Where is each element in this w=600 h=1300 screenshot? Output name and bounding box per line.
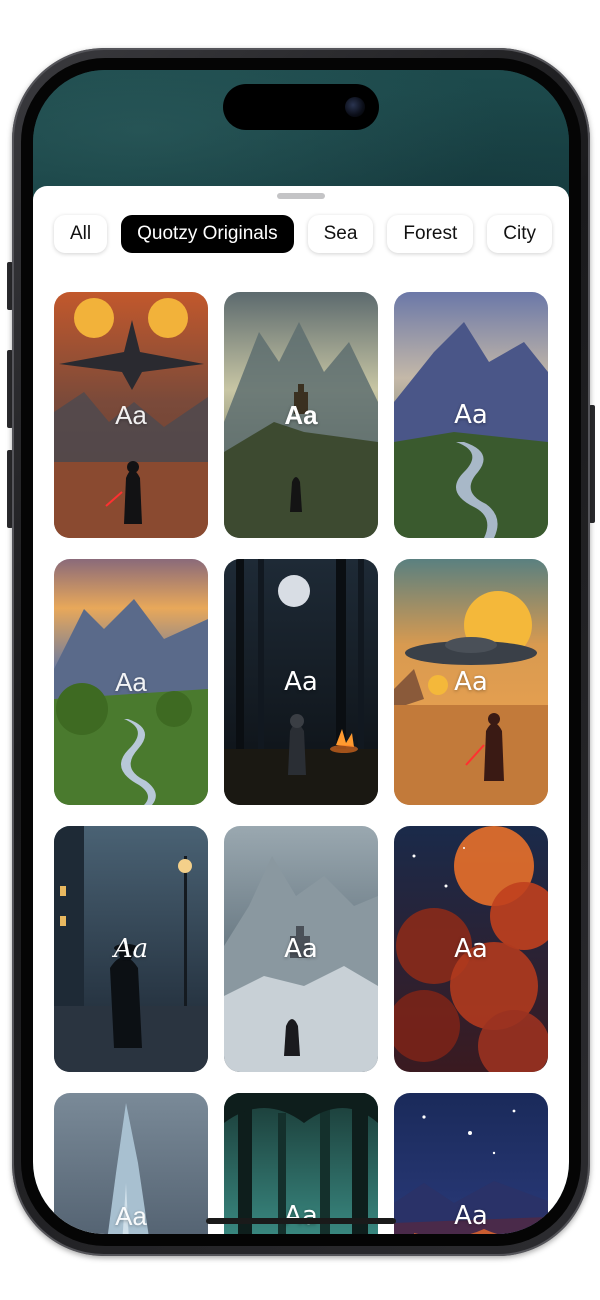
device-mockup: All Quotzy Originals Sea Forest City Aa … (0, 0, 600, 1300)
theme-card-rainy-city[interactable]: Aa (54, 826, 208, 1072)
filter-chip-city[interactable]: City (487, 215, 552, 253)
theme-card-starship-twin-suns[interactable]: Aa (54, 292, 208, 538)
theme-font-preview: Aa (454, 1201, 488, 1231)
theme-card-teal-forest[interactable]: Aa (224, 1093, 378, 1234)
theme-card-night-sky-lava[interactable]: Aa (394, 1093, 548, 1234)
theme-font-preview: Aa (115, 1201, 147, 1231)
theme-card-castle-mountain[interactable]: Aa (224, 292, 378, 538)
theme-font-preview: Aa (454, 667, 488, 697)
filter-chip-all[interactable]: All (54, 215, 108, 253)
theme-card-mountain-valley-river[interactable]: Aa (394, 292, 548, 538)
theme-card-green-valley-stream[interactable]: Aa (54, 559, 208, 805)
theme-card-fiery-nebula[interactable]: Aa (394, 826, 548, 1072)
filter-chip-sea[interactable]: Sea (307, 215, 374, 253)
theme-font-preview: Aa (284, 400, 318, 430)
theme-card-ice-spire[interactable]: Aa (54, 1093, 208, 1234)
theme-card-snowy-castle[interactable]: Aa (224, 826, 378, 1072)
theme-font-preview: Aa (115, 667, 147, 697)
theme-font-preview: Aa (454, 400, 488, 430)
theme-font-preview: Aa (284, 1201, 318, 1231)
phone-screen: All Quotzy Originals Sea Forest City Aa … (33, 70, 569, 1234)
theme-grid: Aa Aa Aa Aa Aa Aa Aa Aa Aa Aa Aa Aa (54, 292, 548, 1234)
home-indicator[interactable] (206, 1218, 396, 1224)
theme-picker-sheet: All Quotzy Originals Sea Forest City Aa … (33, 186, 569, 1234)
theme-font-preview: Aa (115, 400, 147, 430)
filter-chip-bar: All Quotzy Originals Sea Forest City (54, 215, 552, 253)
theme-card-saucer-sunset[interactable]: Aa (394, 559, 548, 805)
theme-font-preview: Aa (113, 934, 149, 964)
filter-chip-quotzy-originals[interactable]: Quotzy Originals (121, 215, 294, 253)
theme-card-moonlit-forest[interactable]: Aa (224, 559, 378, 805)
front-camera-icon (345, 97, 365, 117)
dynamic-island (223, 84, 379, 130)
sheet-grabber-handle[interactable] (277, 193, 325, 199)
filter-chip-forest[interactable]: Forest (387, 215, 474, 253)
theme-font-preview: Aa (284, 934, 318, 964)
theme-font-preview: Aa (454, 934, 488, 964)
theme-font-preview: Aa (284, 667, 318, 697)
